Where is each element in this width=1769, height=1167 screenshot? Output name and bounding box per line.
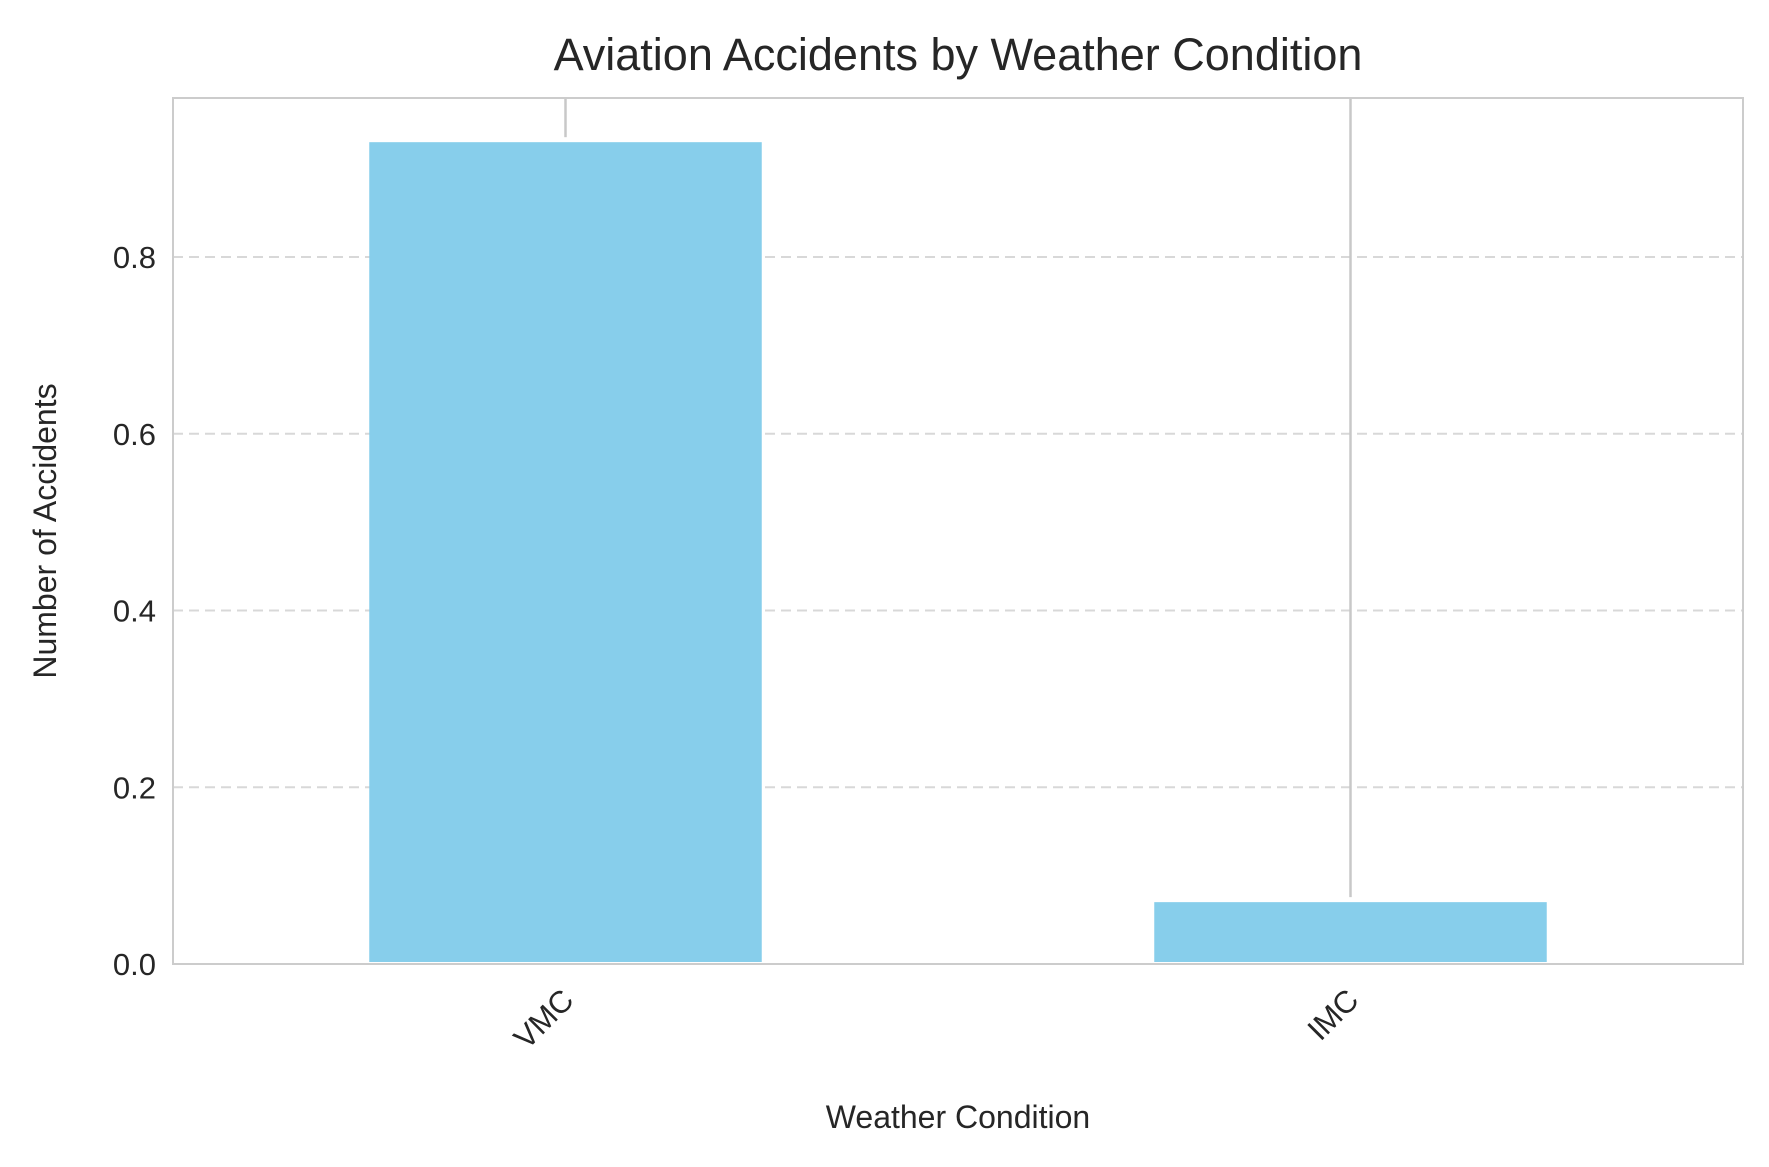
y-tick-label: 0.0 [113,947,156,982]
bar [1154,902,1547,962]
y-tick-label: 0.6 [113,417,156,452]
bars [369,142,1547,963]
y-tick-label: 0.2 [113,770,156,805]
x-tick-label: VMC [507,982,580,1055]
chart-title: Aviation Accidents by Weather Condition [554,29,1363,80]
y-tick-labels: 0.0 0.2 0.4 0.6 0.8 [113,240,156,982]
x-tick-labels: VMC IMC [507,982,1365,1055]
y-tick-label: 0.4 [113,594,156,629]
chart-container: Aviation Accidents by Weather Condition … [0,0,1769,1167]
x-axis-label: Weather Condition [826,1099,1090,1135]
y-tick-label: 0.8 [113,240,156,275]
y-axis-label: Number of Accidents [27,383,63,678]
x-tick-label: IMC [1301,982,1366,1047]
bar-chart: Aviation Accidents by Weather Condition … [27,29,1744,1135]
bar [369,142,762,963]
